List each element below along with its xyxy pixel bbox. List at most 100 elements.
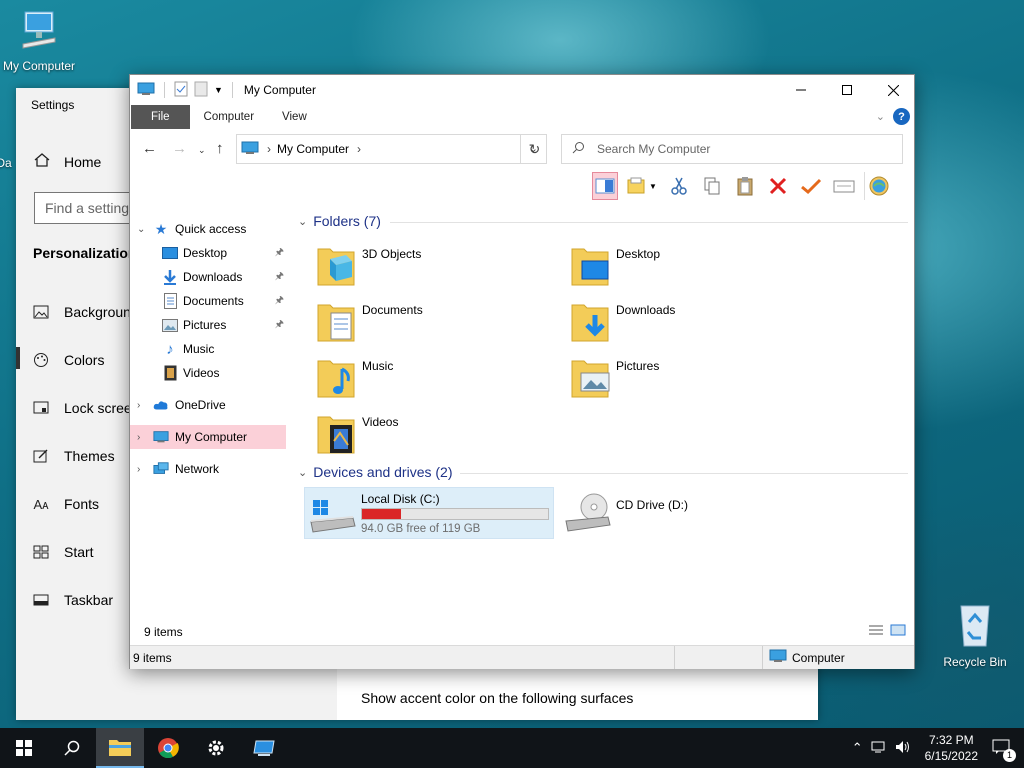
folder-tile[interactable]: Documents <box>316 299 556 351</box>
settings-nav-lock-screen[interactable]: Lock screen <box>32 400 139 416</box>
settings-nav-themes[interactable]: Themes <box>32 448 115 464</box>
devices-group-header[interactable]: ⌄ Devices and drives (2) <box>298 464 453 480</box>
breadcrumb-separator-icon[interactable]: › <box>357 142 361 156</box>
pin-icon[interactable]: 🖈 <box>275 269 284 286</box>
nav-videos[interactable]: Videos <box>130 361 288 385</box>
copy-button[interactable] <box>699 172 725 200</box>
clock[interactable]: 7:32 PM 6/15/2022 <box>925 732 978 764</box>
chevron-right-icon[interactable]: › <box>137 400 140 411</box>
pin-icon[interactable]: 🖈 <box>275 245 284 262</box>
tab-computer[interactable]: Computer <box>190 105 269 129</box>
notification-icon[interactable]: 1 <box>992 739 1016 762</box>
nav-pictures[interactable]: Pictures 🖈 <box>130 313 288 337</box>
navigation-pane: ⌄ ★ Quick access Desktop 🖈 Downloads 🖈 D… <box>130 215 290 615</box>
nav-label: Background <box>64 304 139 320</box>
delete-button[interactable] <box>765 172 791 200</box>
nav-documents[interactable]: Documents 🖈 <box>130 289 288 313</box>
drive-free-space: 94.0 GB free of 119 GB <box>361 523 481 535</box>
chevron-right-icon[interactable]: › <box>137 432 140 443</box>
chevron-right-icon[interactable]: › <box>137 464 140 475</box>
address-bar[interactable]: › My Computer › ⌄ <box>236 134 547 164</box>
folder-name: Desktop <box>616 247 661 261</box>
rename-button[interactable] <box>798 172 824 200</box>
settings-nav-colors[interactable]: Colors <box>32 352 104 368</box>
download-icon <box>162 269 178 285</box>
start-button[interactable] <box>0 728 48 768</box>
volume-icon[interactable] <box>895 740 911 757</box>
breadcrumb-separator-icon[interactable]: › <box>267 142 271 156</box>
pin-icon[interactable]: 🖈 <box>275 317 284 334</box>
tab-file[interactable]: File <box>131 105 190 129</box>
nav-label: Colors <box>64 352 105 368</box>
desktop-icon-recycle-bin[interactable]: Recycle Bin <box>932 602 1018 669</box>
paste-button[interactable] <box>732 172 758 200</box>
nav-onedrive[interactable]: › OneDrive <box>130 393 288 417</box>
expand-ribbon-icon[interactable]: ⌄ <box>876 110 885 123</box>
preview-pane-button[interactable] <box>592 172 618 200</box>
customize-dropdown-icon[interactable]: ▼ <box>214 85 223 95</box>
file-explorer-taskbar-button[interactable] <box>96 728 144 768</box>
nav-label: Desktop <box>183 246 228 260</box>
forward-button[interactable]: → <box>172 140 187 157</box>
settings-nav-taskbar[interactable]: Taskbar <box>32 592 113 608</box>
close-button[interactable] <box>870 75 916 105</box>
folder-tile[interactable]: Pictures <box>570 355 810 407</box>
nav-desktop[interactable]: Desktop 🖈 <box>130 241 288 265</box>
nav-quick-access[interactable]: ⌄ ★ Quick access <box>130 217 288 241</box>
settings-taskbar-button[interactable] <box>192 728 240 768</box>
tab-view[interactable]: View <box>268 105 321 129</box>
nav-my-computer[interactable]: › My Computer <box>130 425 286 449</box>
devices-header-label: Devices and drives (2) <box>313 464 453 480</box>
pin-icon[interactable]: 🖈 <box>275 293 284 310</box>
settings-nav-background[interactable]: Background <box>32 304 139 320</box>
folder-tile[interactable]: Videos <box>316 411 556 463</box>
settings-nav-start[interactable]: Start <box>32 544 94 560</box>
refresh-button[interactable]: ↻ <box>520 134 548 164</box>
properties-icon[interactable] <box>174 81 188 100</box>
lock-screen-icon <box>32 400 50 416</box>
title-bar[interactable]: ▼ My Computer <box>130 75 914 105</box>
drive-tile-d[interactable]: CD Drive (D:) <box>560 487 800 539</box>
folder-tile[interactable]: Music <box>316 355 556 407</box>
back-button[interactable]: ← <box>142 140 157 157</box>
nav-network[interactable]: › Network <box>130 457 288 481</box>
chevron-down-icon[interactable]: ⌄ <box>137 224 145 235</box>
up-button[interactable]: ↑ <box>216 140 224 157</box>
folder-tile[interactable]: 3D Objects <box>316 243 556 295</box>
folder-tile[interactable]: Desktop <box>570 243 810 295</box>
content-pane: ⌄ Folders (7) 3D Objects Desktop Documen… <box>290 205 914 615</box>
search-button[interactable] <box>48 728 96 768</box>
new-folder-icon[interactable] <box>194 81 208 100</box>
breadcrumb[interactable]: My Computer <box>277 142 349 156</box>
new-item-button[interactable]: ▼ <box>625 172 659 200</box>
folder-tile[interactable]: Downloads <box>570 299 810 351</box>
desktop-icon-my-computer[interactable]: My Computer <box>0 10 82 73</box>
nav-label: My Computer <box>175 430 248 444</box>
details-view-icon[interactable] <box>868 624 884 639</box>
recent-locations-icon[interactable]: ⌄ <box>198 145 206 156</box>
nav-downloads[interactable]: Downloads 🖈 <box>130 265 288 289</box>
nav-label: Network <box>175 462 220 476</box>
minimize-button[interactable] <box>778 75 824 105</box>
help-icon[interactable]: ? <box>893 108 910 125</box>
chrome-taskbar-button[interactable] <box>144 728 192 768</box>
network-icon[interactable] <box>871 740 887 757</box>
folders-group-header[interactable]: ⌄ Folders (7) <box>298 213 381 229</box>
document-icon <box>162 293 178 309</box>
properties-button[interactable] <box>831 172 857 200</box>
settings-nav-fonts[interactable]: Aᴀ Fonts <box>32 496 99 512</box>
accent-surfaces-label: Show accent color on the following surfa… <box>361 690 634 706</box>
maximize-button[interactable] <box>824 75 870 105</box>
large-icons-view-icon[interactable] <box>890 624 906 639</box>
drive-tile-c[interactable]: Local Disk (C:) 94.0 GB free of 119 GB <box>304 487 554 539</box>
search-input[interactable]: Search My Computer <box>561 134 903 164</box>
settings-home-link[interactable]: Home <box>34 152 101 171</box>
globe-icon[interactable] <box>864 172 890 200</box>
nav-music[interactable]: ♪ Music <box>130 337 288 361</box>
folder-name: Music <box>362 359 394 373</box>
remote-desktop-taskbar-button[interactable] <box>240 728 288 768</box>
nav-label: Videos <box>183 366 220 380</box>
documents-folder-icon <box>316 299 356 346</box>
chevron-up-icon[interactable]: ⌃ <box>852 740 863 756</box>
cut-button[interactable] <box>666 172 692 200</box>
